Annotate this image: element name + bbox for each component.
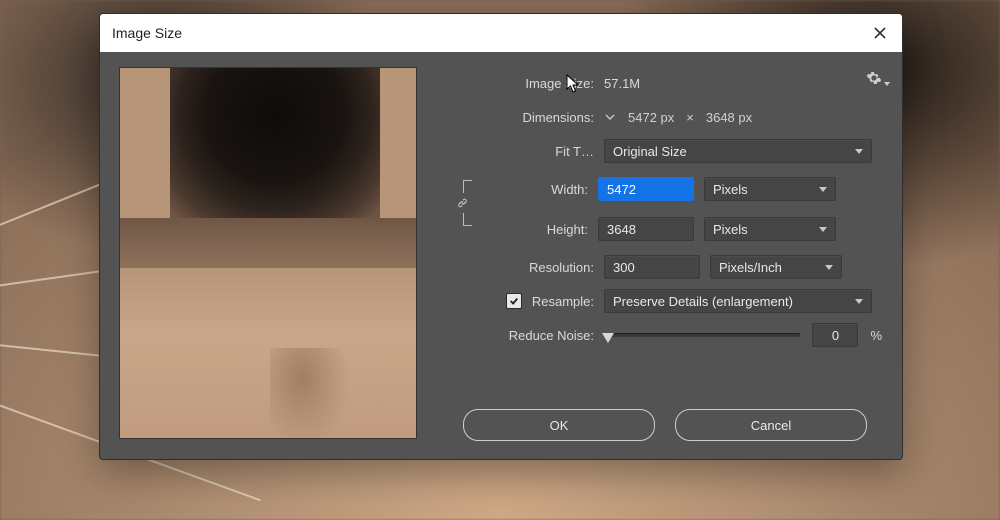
image-size-label: Image Size: — [448, 76, 604, 91]
height-unit-select[interactable]: Pixels — [704, 217, 836, 241]
chevron-down-icon — [825, 265, 833, 270]
percent-suffix: % — [870, 328, 882, 343]
fit-to-select[interactable]: Original Size — [604, 139, 872, 163]
chevron-down-icon — [604, 111, 616, 123]
chevron-down-icon — [855, 299, 863, 304]
width-input[interactable]: 5472 — [598, 177, 694, 201]
ok-button[interactable]: OK — [463, 409, 655, 441]
height-label: Height: — [476, 222, 598, 237]
dialog-title: Image Size — [112, 25, 870, 41]
link-icon — [456, 196, 469, 210]
settings-button[interactable] — [866, 70, 882, 89]
form-panel: Image Size: 57.1M Dimensions: 5472 px × … — [448, 68, 882, 441]
chevron-down-icon — [819, 227, 827, 232]
width-unit-select[interactable]: Pixels — [704, 177, 836, 201]
slider-thumb-icon — [602, 333, 614, 343]
resolution-input[interactable]: 300 — [604, 255, 700, 279]
dimensions-separator: × — [686, 110, 694, 125]
chevron-down-icon — [855, 149, 863, 154]
fit-to-label: Fit T… — [448, 144, 604, 159]
check-icon — [509, 296, 519, 306]
width-label: Width: — [476, 182, 598, 197]
reduce-noise-label: Reduce Noise: — [448, 328, 604, 343]
dimensions-label: Dimensions: — [448, 110, 604, 125]
preview-thumbnail — [120, 68, 416, 438]
dimensions-height: 3648 px — [706, 110, 752, 125]
titlebar: Image Size — [100, 14, 902, 52]
reduce-noise-input[interactable]: 0 — [812, 323, 858, 347]
resample-method-select[interactable]: Preserve Details (enlargement) — [604, 289, 872, 313]
image-size-value: 57.1M — [604, 76, 640, 91]
dimensions-unit-toggle[interactable] — [604, 111, 616, 123]
resample-checkbox[interactable] — [506, 293, 522, 309]
dimensions-width: 5472 px — [628, 110, 674, 125]
resolution-label: Resolution: — [448, 260, 604, 275]
cancel-button[interactable]: Cancel — [675, 409, 867, 441]
constrain-proportions-toggle[interactable] — [448, 180, 476, 238]
resolution-unit-select[interactable]: Pixels/Inch — [710, 255, 842, 279]
image-size-dialog: Image Size Image Size: 57.1M Dimensions: — [100, 14, 902, 459]
resample-label: Resample: — [532, 294, 594, 309]
chevron-down-icon — [819, 187, 827, 192]
height-input[interactable]: 3648 — [598, 217, 694, 241]
close-icon — [874, 27, 886, 39]
gear-icon — [866, 70, 882, 86]
fit-to-value: Original Size — [613, 144, 687, 159]
close-button[interactable] — [870, 23, 890, 43]
reduce-noise-slider[interactable] — [604, 333, 800, 337]
dropdown-caret-icon — [884, 82, 890, 86]
